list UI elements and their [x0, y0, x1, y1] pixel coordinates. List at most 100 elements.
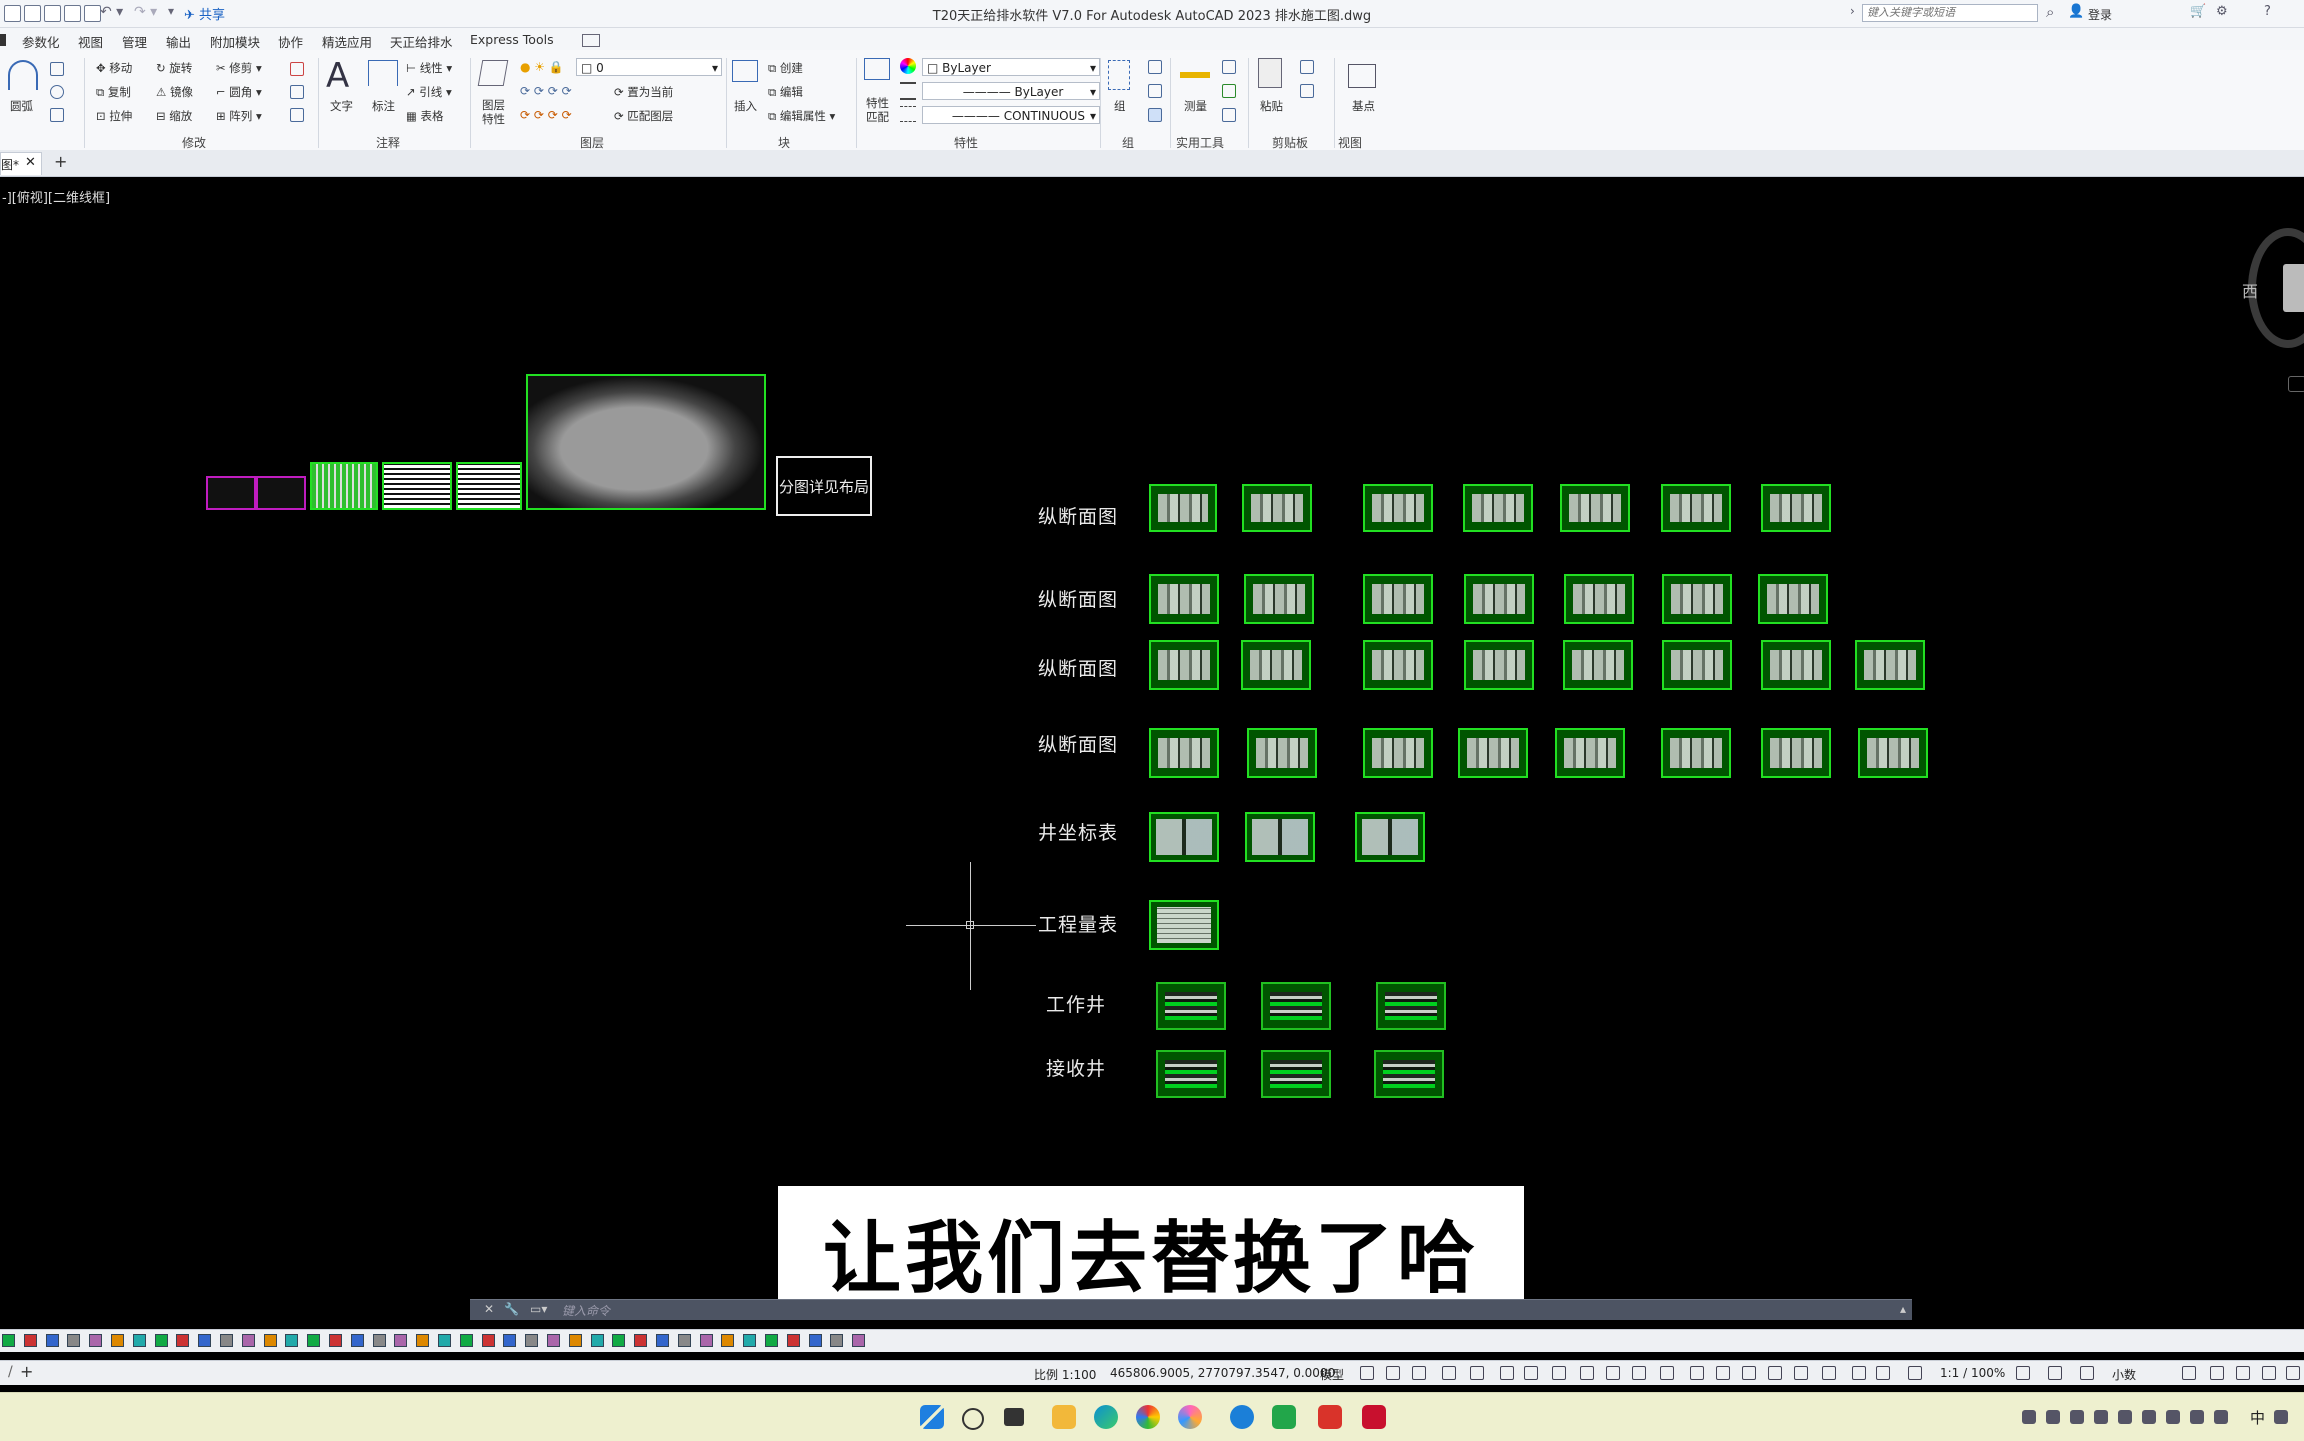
calculator-icon[interactable] — [1222, 84, 1236, 98]
profile-sheet[interactable] — [1761, 640, 1831, 690]
menu-item-addins[interactable]: 附加模块 — [210, 32, 260, 51]
text-label[interactable]: 文字 — [330, 98, 353, 114]
status-toggle-icon[interactable] — [1500, 1366, 1514, 1380]
tangent-tool-icon[interactable] — [89, 1334, 103, 1347]
lineweight-icon[interactable] — [900, 82, 916, 100]
tangent-tool-icon[interactable] — [612, 1334, 626, 1347]
paste-label[interactable]: 粘贴 — [1260, 98, 1283, 114]
help-search-input[interactable] — [1862, 4, 2038, 22]
account-icon[interactable]: ⚙ — [2216, 4, 2228, 19]
cut-icon[interactable] — [1300, 60, 1314, 74]
status-toggle-icon[interactable] — [2262, 1366, 2276, 1380]
status-toggle-icon[interactable] — [2286, 1366, 2300, 1380]
match-properties-label[interactable]: 特性 匹配 — [866, 96, 889, 124]
status-toggle-icon[interactable] — [2048, 1366, 2062, 1380]
tangent-tool-icon[interactable] — [568, 1334, 582, 1347]
work-well-sheet[interactable] — [1156, 982, 1226, 1030]
close-tab-icon[interactable]: ✕ — [25, 155, 36, 170]
status-toggle-icon[interactable] — [2210, 1366, 2224, 1380]
layer-properties-label[interactable]: 图层 特性 — [482, 98, 505, 126]
status-toggle-icon[interactable] — [1768, 1366, 1782, 1380]
units-selector[interactable]: 小数 — [2112, 1366, 2136, 1383]
layer-combo[interactable]: □ 0 ▾ — [576, 58, 722, 76]
new-tab-icon[interactable]: + — [54, 152, 67, 171]
recent-commands-icon[interactable]: ▭▾ — [530, 1302, 547, 1316]
store-icon[interactable]: 🛒 — [2190, 4, 2206, 19]
paste-icon[interactable] — [1258, 58, 1282, 88]
insert-label[interactable]: 插入 — [734, 98, 757, 114]
tangent-tool-icon[interactable] — [830, 1334, 844, 1347]
profile-sheet[interactable] — [1247, 728, 1317, 778]
set-current-button[interactable]: ⟳ 置为当前 — [614, 84, 673, 100]
file-explorer-icon[interactable] — [1052, 1405, 1076, 1429]
explode-icon[interactable] — [290, 85, 304, 99]
menu-item-view[interactable]: 视图 — [78, 32, 103, 51]
linetype-combo[interactable]: ———— CONTINUOUS ▾ — [922, 106, 1100, 124]
profile-sheet[interactable] — [1244, 574, 1314, 624]
groups-panel-label[interactable]: 组 — [1122, 134, 1134, 151]
tangent-tool-icon[interactable] — [525, 1334, 539, 1347]
group-select-icon[interactable] — [1148, 108, 1162, 122]
layer-tool-icons-row1[interactable]: ⟳ ⟳ ⟳ ⟳ — [520, 84, 572, 98]
trim-button[interactable]: ✂ 修剪 ▾ — [216, 60, 262, 76]
tray-icon[interactable] — [2190, 1410, 2204, 1424]
measure-label[interactable]: 测量 — [1184, 98, 1207, 114]
edit-attributes-button[interactable]: ⧉ 编辑属性 ▾ — [768, 108, 835, 124]
tangent-tool-icon[interactable] — [765, 1334, 778, 1347]
task-view-icon[interactable] — [1004, 1408, 1024, 1426]
status-toggle-icon[interactable] — [1386, 1366, 1400, 1380]
profile-sheet[interactable] — [1363, 574, 1433, 624]
ungroup-icon[interactable] — [1148, 60, 1162, 74]
autocad-active-icon[interactable] — [1362, 1405, 1386, 1429]
tangent-tool-icon[interactable] — [547, 1334, 560, 1347]
tangent-tool-icon[interactable] — [241, 1334, 255, 1347]
color-combo[interactable]: □ ByLayer ▾ — [922, 58, 1100, 76]
start-icon[interactable] — [920, 1405, 944, 1429]
arc-icon[interactable] — [8, 60, 38, 90]
tangent-tool-icon[interactable] — [220, 1334, 233, 1347]
profile-sheet[interactable] — [1149, 640, 1219, 690]
leader-button[interactable]: ↗ 引线 ▾ — [406, 84, 452, 100]
status-toggle-icon[interactable] — [1908, 1366, 1922, 1380]
profile-sheet[interactable] — [1855, 640, 1925, 690]
array-button[interactable]: ⊞ 阵列 ▾ — [216, 108, 262, 124]
close-command-icon[interactable]: ✕ — [484, 1302, 494, 1316]
profile-sheet[interactable] — [1662, 574, 1732, 624]
profile-sheet[interactable] — [1563, 640, 1633, 690]
tangent-tool-icon[interactable] — [590, 1334, 604, 1347]
status-toggle-icon[interactable] — [1442, 1366, 1456, 1380]
tangent-tool-icon[interactable] — [23, 1334, 37, 1347]
tangent-tool-icon[interactable] — [176, 1334, 190, 1347]
command-input[interactable]: 键入命令 — [562, 1302, 610, 1319]
command-line[interactable]: ✕ 🔧 ▭▾ 键入命令 ▴ — [470, 1299, 1912, 1320]
quick-select-icon[interactable] — [1222, 60, 1236, 74]
menu-item-output[interactable]: 输出 — [166, 32, 191, 51]
layers-panel-label[interactable]: 图层 — [580, 134, 604, 151]
status-toggle-icon[interactable] — [1632, 1366, 1646, 1380]
edit-block-button[interactable]: ⧉ 编辑 — [768, 84, 803, 100]
notes-sheet-2[interactable] — [456, 462, 522, 510]
base-view-icon[interactable] — [1348, 64, 1376, 88]
status-toggle-icon[interactable] — [1822, 1366, 1836, 1380]
tangent-tool-icon[interactable] — [634, 1334, 648, 1347]
tangent-tool-icon[interactable] — [743, 1334, 757, 1347]
rectangle-icon[interactable] — [50, 62, 64, 76]
profile-sheet[interactable] — [1241, 640, 1311, 690]
site-plan-sheet[interactable] — [526, 374, 766, 510]
annotation-zoom[interactable]: 1:1 / 100% — [1940, 1366, 2005, 1380]
tray-icon[interactable] — [2274, 1410, 2288, 1424]
work-well-sheet[interactable] — [1376, 982, 1446, 1030]
profile-sheet[interactable] — [1363, 728, 1433, 778]
tray-icon[interactable] — [2142, 1410, 2156, 1424]
tangent-tool-icon[interactable] — [699, 1334, 713, 1347]
annotation-scale[interactable]: 比例 1:100 — [1034, 1366, 1096, 1383]
menu-item-collaborate[interactable]: 协作 — [278, 32, 303, 51]
rotate-button[interactable]: ↻ 旋转 — [156, 60, 192, 76]
customize-command-icon[interactable]: 🔧 — [504, 1302, 519, 1316]
tangent-tool-icon[interactable] — [503, 1334, 517, 1347]
view-panel-label[interactable]: 视图 — [1338, 134, 1362, 151]
tangent-tool-icon[interactable] — [45, 1334, 59, 1347]
search-expand-icon[interactable]: › — [1850, 4, 1855, 18]
linear-button[interactable]: ⊢ 线性 ▾ — [406, 60, 452, 76]
tangent-tool-icon[interactable] — [481, 1334, 495, 1347]
